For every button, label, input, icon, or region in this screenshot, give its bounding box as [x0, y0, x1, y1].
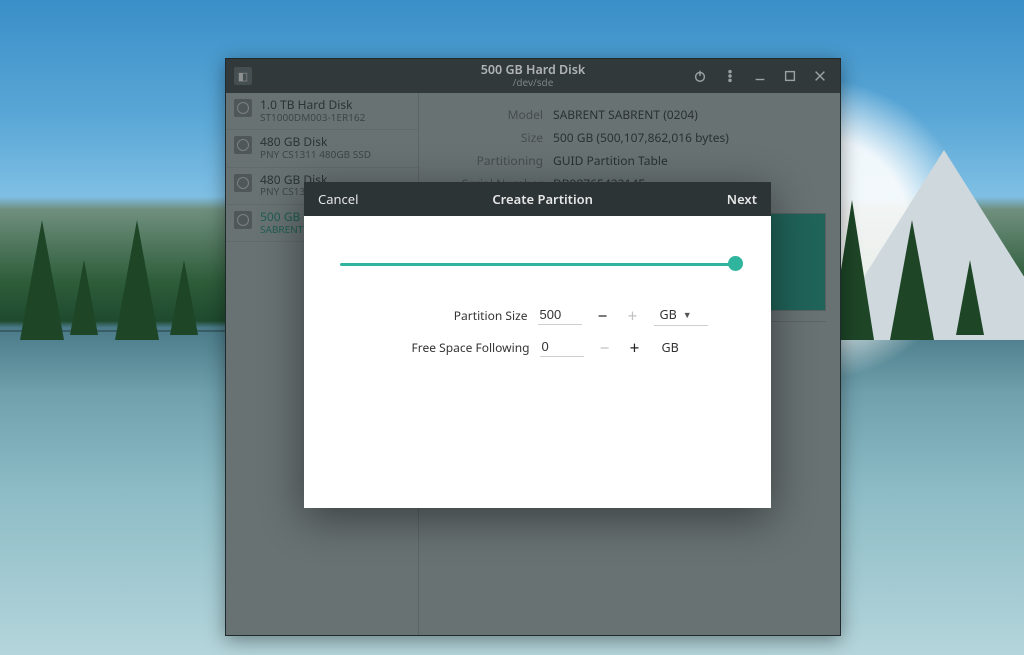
tree-decor [170, 260, 198, 335]
size-decrement-button[interactable]: − [592, 304, 614, 326]
partition-size-label: Partition Size [368, 307, 528, 324]
free-decrement-button[interactable]: − [594, 336, 616, 358]
size-unit-value: GB [660, 306, 677, 323]
tree-decor [20, 220, 64, 340]
free-increment-button[interactable]: + [624, 336, 646, 358]
free-space-input[interactable] [540, 337, 584, 357]
slider-track [340, 263, 735, 266]
tree-decor [115, 220, 159, 340]
size-increment-button[interactable]: + [622, 304, 644, 326]
tree-decor [956, 260, 984, 335]
tree-decor [70, 260, 98, 335]
partition-size-input[interactable] [538, 305, 582, 325]
partition-size-row: Partition Size − + GB ▼ [332, 304, 743, 326]
size-unit-select[interactable]: GB ▼ [654, 304, 708, 326]
next-button[interactable]: Next [727, 190, 757, 208]
partition-size-slider[interactable] [340, 254, 735, 274]
free-space-row: Free Space Following − + GB [332, 336, 743, 358]
create-partition-dialog: Cancel Create Partition Next Partition S… [304, 182, 771, 508]
cancel-button[interactable]: Cancel [318, 190, 358, 208]
slider-thumb[interactable] [728, 256, 743, 271]
free-space-label: Free Space Following [370, 339, 530, 356]
dialog-title: Create Partition [492, 190, 593, 208]
chevron-down-icon: ▼ [683, 308, 692, 321]
tree-decor [890, 220, 934, 340]
free-unit-label: GB [656, 339, 706, 356]
dialog-header: Cancel Create Partition Next [304, 182, 771, 216]
